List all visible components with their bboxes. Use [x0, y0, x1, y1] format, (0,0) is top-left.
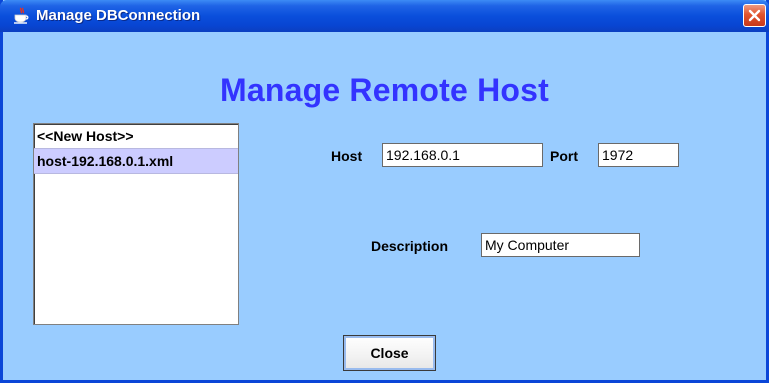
close-icon	[748, 9, 761, 22]
host-input[interactable]	[382, 143, 543, 167]
port-input[interactable]	[598, 143, 679, 167]
description-label: Description	[371, 238, 449, 254]
close-button[interactable]: Close	[343, 335, 436, 371]
title-bar[interactable]: Manage DBConnection	[0, 0, 769, 32]
host-list[interactable]: <<New Host>> host-192.168.0.1.xml	[33, 123, 239, 325]
manage-dbconnection-window: Manage DBConnection Manage Remote Host <…	[0, 0, 769, 383]
page-title: Manage Remote Host	[220, 72, 549, 108]
port-label: Port	[550, 148, 578, 164]
window-title: Manage DBConnection	[36, 7, 201, 24]
host-label: Host	[331, 148, 363, 164]
window-close-button[interactable]	[743, 4, 766, 27]
host-list-item-new[interactable]: <<New Host>>	[34, 124, 238, 148]
java-cup-icon	[13, 7, 29, 25]
description-input[interactable]	[481, 233, 640, 257]
host-list-item-selected[interactable]: host-192.168.0.1.xml	[34, 148, 238, 174]
